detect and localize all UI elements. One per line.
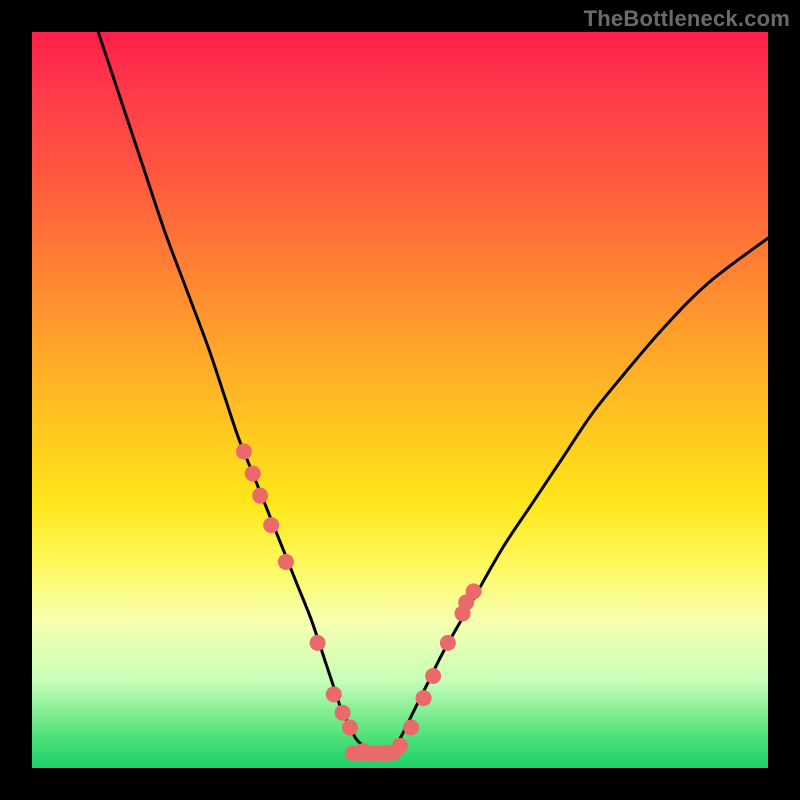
chart-svg — [32, 32, 768, 768]
scatter-point — [425, 668, 441, 684]
scatter-point — [326, 686, 342, 702]
scatter-layer — [236, 444, 482, 762]
scatter-point — [236, 444, 252, 460]
watermark-text: TheBottleneck.com — [584, 6, 790, 32]
scatter-point — [310, 635, 326, 651]
scatter-point — [392, 738, 408, 754]
scatter-point — [342, 720, 358, 736]
scatter-point — [403, 720, 419, 736]
bottleneck-curve — [98, 32, 768, 754]
scatter-point — [278, 554, 294, 570]
scatter-point — [466, 583, 482, 599]
scatter-point — [335, 705, 351, 721]
plot-area — [32, 32, 768, 768]
scatter-point — [263, 517, 279, 533]
scatter-point — [416, 690, 432, 706]
scatter-point — [440, 635, 456, 651]
scatter-point — [252, 488, 268, 504]
scatter-point — [245, 466, 261, 482]
curve-layer — [98, 32, 768, 754]
chart-frame: TheBottleneck.com — [0, 0, 800, 800]
